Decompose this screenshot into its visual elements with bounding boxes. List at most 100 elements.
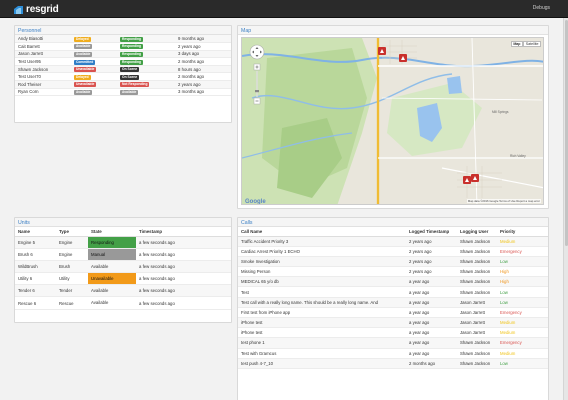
units-panel: Units Name Type State Timestamp Engine 5… <box>14 217 232 323</box>
map-type-button[interactable]: Map <box>510 41 523 47</box>
call-name[interactable]: test push 4-7_10 <box>238 358 406 369</box>
personnel-row[interactable]: Ryan Corn Available Available 3 months ago <box>15 88 231 97</box>
person-name[interactable]: Jason Jarrett <box>15 50 71 59</box>
call-logging-user: Shawn Jackson <box>457 337 497 349</box>
map-canvas[interactable]: Google <box>242 38 544 205</box>
call-row[interactable]: Missing Person 2 years ago Shawn Jackson Hi… <box>238 266 548 278</box>
satellite-type-button[interactable]: Satellite <box>523 41 541 47</box>
call-priority: Emergency <box>497 307 548 319</box>
calls-panel-title: Calls <box>241 219 253 226</box>
unit-marker[interactable] <box>378 47 386 55</box>
call-name[interactable]: Traffic Accident Priority 3 <box>238 236 406 247</box>
unit-state: Available <box>91 263 109 269</box>
call-logging-user: Jason Jarrett <box>457 317 497 329</box>
status-cell: Available <box>71 42 117 51</box>
personnel-row[interactable]: Shawn Jackson Unavailable On Scene 8 hours … <box>15 65 231 74</box>
person-name[interactable]: Shawn Jackson <box>15 65 71 74</box>
personnel-row[interactable]: Andy Biasotti Delayed Responding 9 months a… <box>15 35 231 44</box>
status-cell: Delayed <box>71 72 117 82</box>
unit-state-cell: Unavailable <box>88 272 136 286</box>
map-attribution[interactable]: Map data ©2016 Google Terms of Use Repor… <box>466 199 541 203</box>
unit-marker[interactable] <box>471 174 479 182</box>
call-row[interactable]: iPhone test a year ago Jason Jarrett Medium <box>238 317 548 329</box>
personnel-row[interactable]: Rod Theiser Unavailable Not Responding 2 ye… <box>15 80 231 89</box>
place-label: Mill Springs <box>492 110 509 114</box>
unit-name[interactable]: Utility 6 <box>15 272 56 286</box>
call-timestamp: 2 months ago <box>406 358 457 369</box>
unit-name[interactable]: Engine 5 <box>15 236 56 249</box>
debugs-link[interactable]: Debugs <box>533 5 550 11</box>
call-name[interactable]: iPhone test <box>238 327 406 339</box>
call-row[interactable]: MEDICAL 65 y/o db a year ago Shawn Jackson… <box>238 276 548 288</box>
staffing-cell: On Scene <box>117 65 175 74</box>
status-badge: Unavailable <box>74 82 97 88</box>
person-name[interactable]: Rod Theiser <box>15 80 71 89</box>
call-row[interactable]: First test from iPhone app a year ago Jaso… <box>238 307 548 319</box>
call-logging-user: Shawn Jackson <box>457 358 497 369</box>
call-timestamp: 2 years ago <box>406 256 457 268</box>
call-name[interactable]: Smoke Investigation <box>238 256 406 268</box>
unit-type: Brush <box>56 260 88 274</box>
column-header: Name <box>15 227 56 237</box>
column-header: Timestamp <box>136 227 231 237</box>
person-name[interactable]: Andy Biasotti <box>15 35 71 44</box>
unit-marker[interactable] <box>399 54 407 62</box>
brand-name: resgrid <box>26 3 59 15</box>
unit-name[interactable]: Tender 6 <box>15 284 56 298</box>
brand-logo[interactable]: resgrid <box>13 4 59 15</box>
call-timestamp: 2 years ago <box>406 266 457 278</box>
unit-marker[interactable] <box>463 176 471 184</box>
call-row[interactable]: Smoke Investigation 2 years ago Shawn Jack… <box>238 256 548 268</box>
unit-row[interactable]: Rescue 6 Rescue Available a few seconds ago <box>15 296 231 310</box>
person-name[interactable]: Ryan Corn <box>15 88 71 97</box>
unit-state-cell: Available <box>88 296 136 310</box>
person-name[interactable]: Test User95 <box>15 57 71 66</box>
call-timestamp: a year ago <box>406 276 457 288</box>
unit-timestamp: a few seconds ago <box>136 248 231 261</box>
call-name[interactable]: iPhone test <box>238 317 406 329</box>
unit-name[interactable]: WildBrush <box>15 260 56 274</box>
map-pan-control[interactable] <box>249 44 265 60</box>
column-header: State <box>88 227 136 237</box>
call-row[interactable]: Test a year ago Shawn Jackson Low <box>238 286 548 298</box>
call-name[interactable]: First test from iPhone app <box>238 307 406 319</box>
call-name[interactable]: Cardiac Arrest Priority 1 ECHO <box>238 246 406 257</box>
column-header: Logging User <box>457 227 497 237</box>
unit-row[interactable]: Tender 6 Tender Available a few seconds ago <box>15 284 231 298</box>
unit-row[interactable]: Brush 6 Engine Manual a few seconds ago <box>15 248 231 261</box>
unit-row[interactable]: Engine 5 Engine Responding a few seconds ag… <box>15 236 231 249</box>
personnel-row[interactable]: Cait Barrett Available Responding 2 years a… <box>15 42 231 51</box>
map-view[interactable]: Google Map Satellite Map data ©2016 Goog… <box>241 37 544 205</box>
unit-type: Utility <box>56 272 88 286</box>
unit-row[interactable]: WildBrush Brush Available a few seconds ago <box>15 260 231 274</box>
call-name[interactable]: Test call with a really long name. This … <box>238 297 406 308</box>
call-priority: Emergency <box>497 337 548 349</box>
call-row[interactable]: Traffic Accident Priority 32 years ago Sh… <box>238 236 548 247</box>
personnel-row[interactable]: Jason Jarrett Available Responding 3 days a… <box>15 50 231 59</box>
page-scrollbar[interactable] <box>563 18 568 400</box>
unit-name[interactable]: Brush 6 <box>15 248 56 261</box>
call-row[interactable]: Cardiac Arrest Priority 1 ECHO 2 years ag… <box>238 246 548 257</box>
call-row[interactable]: Test call with a really long name. This … <box>238 297 548 308</box>
column-header: Logged Timestamp <box>406 227 457 237</box>
person-name[interactable]: Cait Barrett <box>15 42 71 51</box>
call-name[interactable]: Test with Gramcus <box>238 348 406 359</box>
call-name[interactable]: test phone 1 <box>238 337 406 349</box>
call-name[interactable]: MEDICAL 65 y/o db <box>238 276 406 288</box>
staffing-cell: Not Responding <box>117 80 175 89</box>
unit-row[interactable]: Utility 6 Utility Unavailable a few seconds… <box>15 272 231 286</box>
person-name[interactable]: Test User70 <box>15 72 71 82</box>
status-timestamp: 3 days ago <box>175 50 231 59</box>
call-row[interactable]: test push 4-7_10 2 months ago Shawn Jackso… <box>238 358 548 369</box>
call-logging-user: Shawn Jackson <box>457 256 497 268</box>
call-row[interactable]: iPhone test a year ago Jason Jarrett Medium <box>238 327 548 339</box>
call-row[interactable]: test phone 1a year ago Shawn Jackson Emerg… <box>238 337 548 349</box>
call-row[interactable]: Test with Gramcus a year ago Shawn Jackson… <box>238 348 548 359</box>
call-name[interactable]: Missing Person <box>238 266 406 278</box>
call-name[interactable]: Test <box>238 286 406 298</box>
staffing-cell: Responding <box>117 50 175 59</box>
unit-timestamp: a few seconds ago <box>136 284 231 298</box>
personnel-row[interactable]: Test User95 Committed Responding 2 months a… <box>15 57 231 66</box>
unit-name[interactable]: Rescue 6 <box>15 296 56 310</box>
personnel-row[interactable]: Test User70 Delayed On Scene 2 months ago <box>15 72 231 82</box>
